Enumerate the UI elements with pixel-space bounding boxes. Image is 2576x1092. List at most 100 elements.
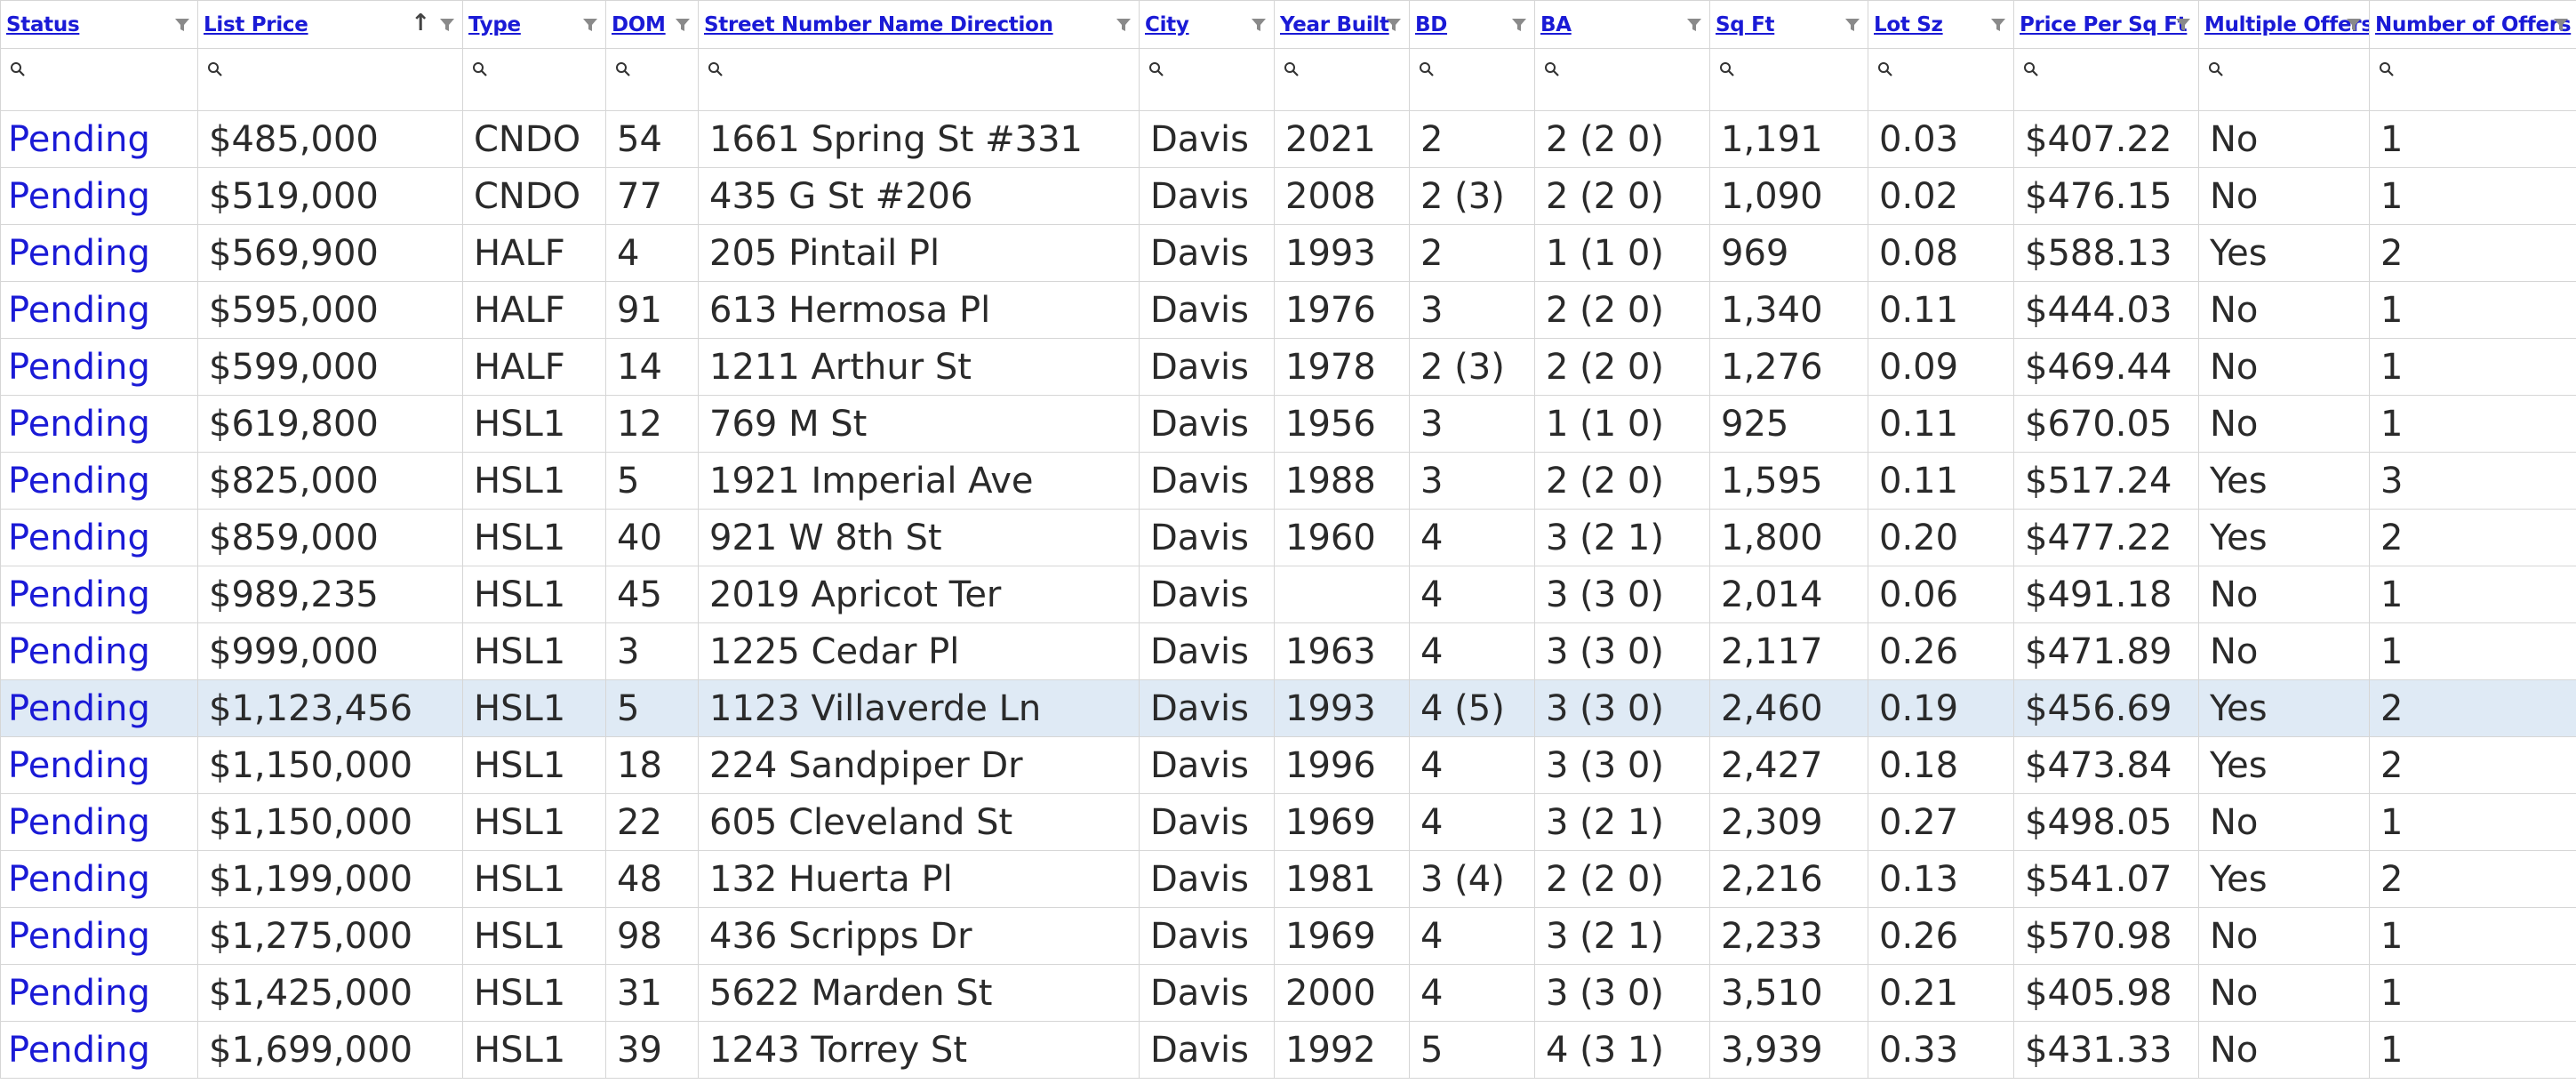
magnifier-icon[interactable] <box>2208 61 2228 81</box>
funnel-icon[interactable] <box>1251 17 1267 33</box>
funnel-icon[interactable] <box>1386 17 1402 33</box>
filter-cell-city[interactable] <box>1139 48 1275 111</box>
cell-status[interactable]: Pending <box>0 793 198 851</box>
cell-status[interactable]: Pending <box>0 907 198 965</box>
filter-cell-lot[interactable] <box>1868 48 2014 111</box>
column-header-address[interactable]: Street Number Name Direction <box>698 0 1140 49</box>
column-header-year_built[interactable]: Year Built <box>1274 0 1410 49</box>
cell-status[interactable]: Pending <box>0 622 198 680</box>
column-header-label[interactable]: Multiple Offers <box>2200 13 2369 36</box>
column-header-label[interactable]: Lot Sz <box>1869 13 1943 36</box>
column-header-label[interactable]: Number of Offers <box>2371 13 2572 36</box>
table-row[interactable]: Pending $519,000 CNDO 77 435 G St #206 Davis 2… <box>0 167 2576 225</box>
filter-cell-year_built[interactable] <box>1274 48 1410 111</box>
magnifier-icon[interactable] <box>1877 61 1897 81</box>
column-header-sqft[interactable]: Sq Ft <box>1709 0 1868 49</box>
cell-status[interactable]: Pending <box>0 850 198 908</box>
column-header-label[interactable]: BA <box>1536 13 1572 36</box>
cell-status[interactable]: Pending <box>0 110 198 168</box>
magnifier-icon[interactable] <box>708 61 727 81</box>
column-header-label[interactable]: Street Number Name Direction <box>700 13 1053 36</box>
column-header-ba[interactable]: BA <box>1534 0 1710 49</box>
filter-cell-ppsf[interactable] <box>2013 48 2199 111</box>
column-header-ppsf[interactable]: Price Per Sq Ft <box>2013 0 2199 49</box>
magnifier-icon[interactable] <box>207 61 227 81</box>
column-header-type[interactable]: Type <box>462 0 606 49</box>
funnel-icon[interactable] <box>2175 17 2191 33</box>
table-row[interactable]: Pending $595,000 HALF 91 613 Hermosa Pl Davis… <box>0 281 2576 339</box>
table-row[interactable]: Pending $1,699,000 HSL1 39 1243 Torrey St Dav… <box>0 1021 2576 1079</box>
funnel-icon[interactable] <box>582 17 598 33</box>
funnel-icon[interactable] <box>1116 17 1132 33</box>
magnifier-icon[interactable] <box>472 61 492 81</box>
column-header-multi[interactable]: Multiple Offers <box>2198 0 2370 49</box>
column-header-list_price[interactable]: List Price ↑ <box>197 0 463 49</box>
cell-status[interactable]: Pending <box>0 167 198 225</box>
magnifier-icon[interactable] <box>1544 61 1564 81</box>
sort-up-arrow-icon[interactable]: ↑ <box>411 10 430 36</box>
table-row[interactable]: Pending $1,425,000 HSL1 31 5622 Marden St Dav… <box>0 964 2576 1022</box>
column-header-label[interactable]: List Price <box>199 13 308 36</box>
filter-cell-sqft[interactable] <box>1709 48 1868 111</box>
magnifier-icon[interactable] <box>1148 61 1168 81</box>
table-row[interactable]: Pending $485,000 CNDO 54 1661 Spring St #331… <box>0 110 2576 168</box>
column-header-bd[interactable]: BD <box>1409 0 1535 49</box>
magnifier-icon[interactable] <box>1419 61 1438 81</box>
cell-status[interactable]: Pending <box>0 395 198 453</box>
filter-cell-type[interactable] <box>462 48 606 111</box>
column-header-label[interactable]: Sq Ft <box>1711 13 1775 36</box>
cell-status[interactable]: Pending <box>0 281 198 339</box>
table-row[interactable]: Pending $569,900 HALF 4 205 Pintail Pl Davis 1… <box>0 224 2576 282</box>
column-header-label[interactable]: Year Built <box>1276 13 1389 36</box>
cell-status[interactable]: Pending <box>0 338 198 396</box>
column-header-status[interactable]: Status <box>0 0 198 49</box>
funnel-icon[interactable] <box>1990 17 2006 33</box>
table-row[interactable]: Pending $1,199,000 HSL1 48 132 Huerta Pl Davi… <box>0 850 2576 908</box>
magnifier-icon[interactable] <box>10 61 29 81</box>
magnifier-icon[interactable] <box>2379 61 2398 81</box>
funnel-icon[interactable] <box>2346 17 2362 33</box>
magnifier-icon[interactable] <box>2023 61 2043 81</box>
filter-cell-dom[interactable] <box>605 48 699 111</box>
funnel-icon[interactable] <box>1511 17 1527 33</box>
cell-status[interactable]: Pending <box>0 679 198 737</box>
table-row[interactable]: Pending $1,275,000 HSL1 98 436 Scripps Dr Dav… <box>0 907 2576 965</box>
funnel-icon[interactable] <box>174 17 190 33</box>
table-row[interactable]: Pending $1,150,000 HSL1 18 224 Sandpiper Dr D… <box>0 736 2576 794</box>
filter-cell-status[interactable] <box>0 48 198 111</box>
table-row[interactable]: Pending $989,235 HSL1 45 2019 Apricot Ter Dav… <box>0 566 2576 623</box>
table-row[interactable]: Pending $825,000 HSL1 5 1921 Imperial Ave Dav… <box>0 452 2576 510</box>
table-row[interactable]: Pending $859,000 HSL1 40 921 W 8th St Davis 19… <box>0 509 2576 566</box>
magnifier-icon[interactable] <box>1284 61 1303 81</box>
funnel-icon[interactable] <box>1844 17 1860 33</box>
column-header-city[interactable]: City <box>1139 0 1275 49</box>
table-row[interactable]: Pending $619,800 HSL1 12 769 M St Davis 1956 3 1… <box>0 395 2576 453</box>
column-header-label[interactable]: Type <box>464 13 521 36</box>
cell-status[interactable]: Pending <box>0 509 198 566</box>
column-header-offers[interactable]: Number of Offers <box>2369 0 2576 49</box>
table-row[interactable]: Pending $1,150,000 HSL1 22 605 Cleveland St D… <box>0 793 2576 851</box>
cell-status[interactable]: Pending <box>0 964 198 1022</box>
cell-status[interactable]: Pending <box>0 736 198 794</box>
funnel-icon[interactable] <box>439 17 455 33</box>
filter-cell-ba[interactable] <box>1534 48 1710 111</box>
filter-cell-list_price[interactable] <box>197 48 463 111</box>
funnel-icon[interactable] <box>675 17 691 33</box>
column-header-label[interactable]: Status <box>2 13 80 36</box>
table-row[interactable]: Pending $999,000 HSL1 3 1225 Cedar Pl Davis 19… <box>0 622 2576 680</box>
filter-cell-address[interactable] <box>698 48 1140 111</box>
filter-cell-offers[interactable] <box>2369 48 2576 111</box>
column-header-dom[interactable]: DOM <box>605 0 699 49</box>
table-row[interactable]: Pending $599,000 HALF 14 1211 Arthur St Davis… <box>0 338 2576 396</box>
column-header-label[interactable]: BD <box>1411 13 1447 36</box>
magnifier-icon[interactable] <box>1719 61 1739 81</box>
funnel-icon[interactable] <box>2553 17 2569 33</box>
table-row[interactable]: Pending $1,123,456 HSL1 5 1123 Villaverde Ln… <box>0 679 2576 737</box>
column-header-label[interactable]: City <box>1140 13 1189 36</box>
column-header-label[interactable]: DOM <box>607 13 666 36</box>
funnel-icon[interactable] <box>1686 17 1702 33</box>
filter-cell-multi[interactable] <box>2198 48 2370 111</box>
column-header-lot[interactable]: Lot Sz <box>1868 0 2014 49</box>
cell-status[interactable]: Pending <box>0 452 198 510</box>
cell-status[interactable]: Pending <box>0 1021 198 1079</box>
